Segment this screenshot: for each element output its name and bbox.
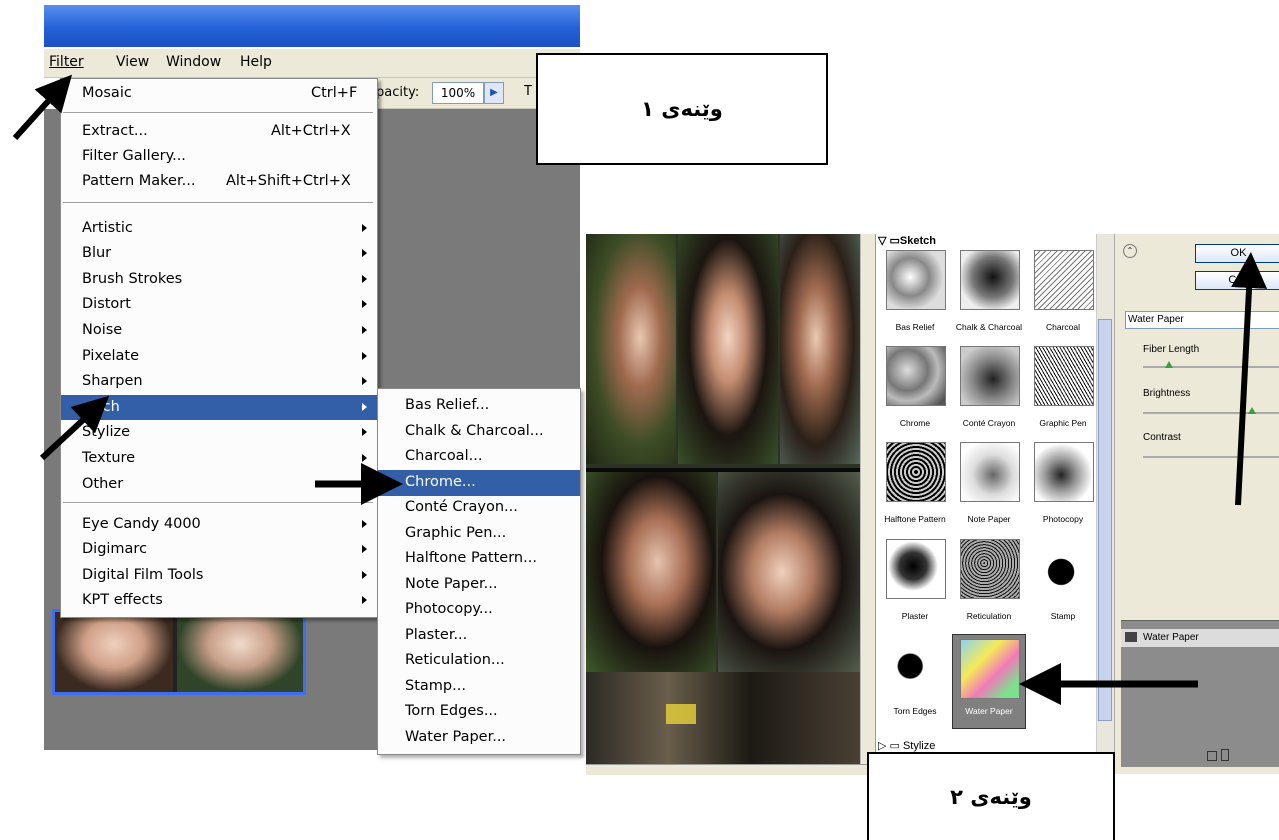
annotation-arrows xyxy=(12,74,1268,705)
arrow-to-filter-menu xyxy=(12,74,73,141)
arrow-to-ok-button xyxy=(1231,252,1268,506)
arrow-to-sketch-item xyxy=(39,395,110,461)
